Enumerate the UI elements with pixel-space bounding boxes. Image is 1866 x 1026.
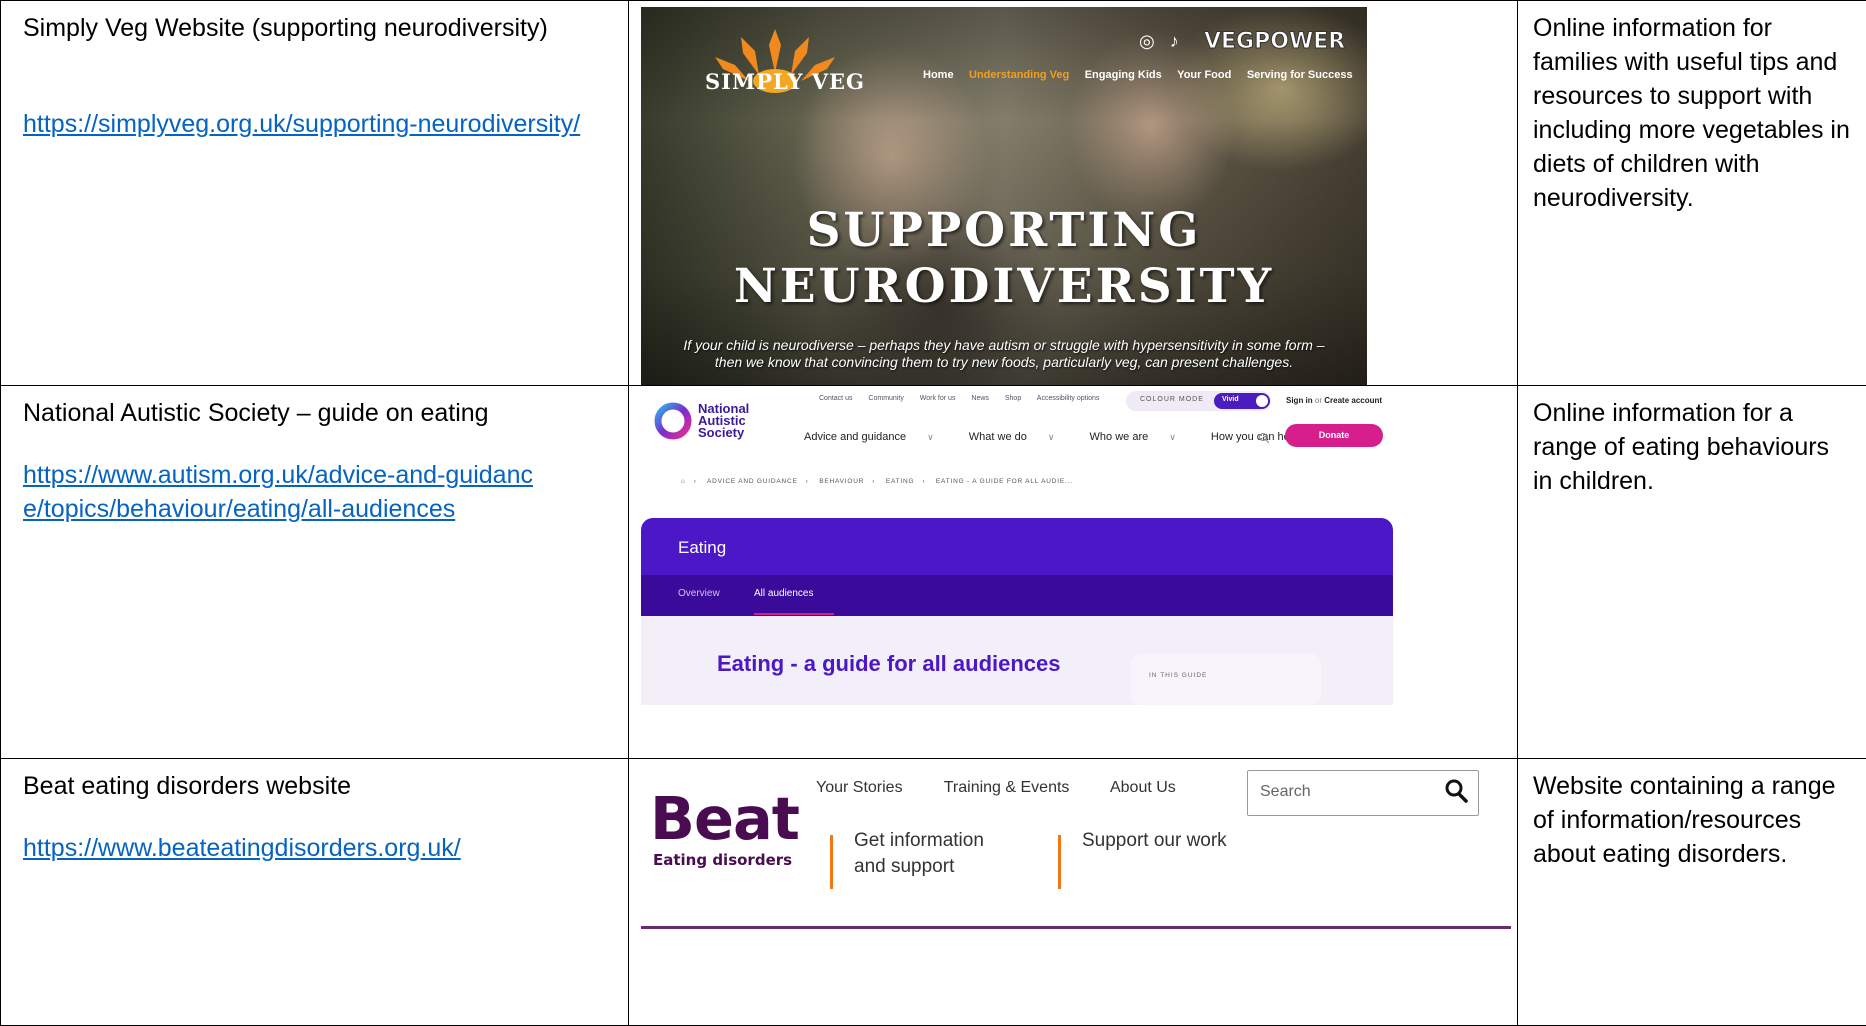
beat-logo[interactable]: Beat — [650, 791, 799, 847]
chevron-down-icon: ∨ — [1048, 432, 1055, 442]
nas-screenshot: National Autistic Society Contact us Com… — [641, 389, 1393, 705]
banner-title: Eating — [678, 538, 726, 558]
support-our-work-link[interactable]: Support our work — [1082, 828, 1227, 854]
resource-link[interactable]: https://www.autism.org.uk/advice-and-gui… — [23, 458, 543, 526]
nas-logo-text: National Autistic Society — [698, 403, 749, 439]
simplyveg-logo-text: SIMPLY VEG — [705, 69, 865, 94]
hero-subtitle: If your child is neurodiverse – perhaps … — [681, 337, 1327, 371]
accent-bar — [1058, 835, 1061, 889]
beat-logo-subtitle: Eating disorders — [653, 851, 792, 869]
tiktok-icon[interactable]: ♪ — [1170, 31, 1179, 51]
account-links: Sign in or Create account — [1286, 396, 1382, 405]
util-accessibility[interactable]: Accessibility options — [1037, 395, 1100, 402]
util-community[interactable]: Community — [868, 395, 903, 402]
nav-your-food[interactable]: Your Food — [1177, 69, 1231, 81]
resource-title: Beat eating disorders website — [23, 769, 618, 803]
nav-what-we-do[interactable]: What we do∨ — [969, 431, 1071, 443]
util-contact-us[interactable]: Contact us — [819, 395, 852, 402]
resource-name-cell: National Autistic Society – guide on eat… — [1, 386, 629, 759]
screenshot-cell: Beat Eating disorders Your Stories Train… — [629, 759, 1518, 1026]
resource-description: Website containing a range of informatio… — [1518, 759, 1866, 871]
simplyveg-screenshot: SIMPLY VEG ◎ ♪ VEGPOWER Home Understandi… — [641, 7, 1367, 385]
nav-about-us[interactable]: About Us — [1110, 779, 1176, 796]
description-cell: Website containing a range of informatio… — [1518, 759, 1866, 1026]
hero-heading-line1: SUPPORTING — [641, 203, 1367, 258]
colour-mode-toggle[interactable]: Vivid — [1214, 393, 1270, 409]
accent-bar — [830, 835, 833, 889]
nav-your-stories[interactable]: Your Stories — [816, 779, 903, 796]
create-account-link[interactable]: Create account — [1324, 396, 1382, 405]
nav-serving-for-success[interactable]: Serving for Success — [1247, 69, 1353, 81]
table-row: Beat eating disorders website https://ww… — [1, 759, 1866, 1026]
breadcrumb: ⌂› ADVICE AND GUIDANCE› BEHAVIOUR› EATIN… — [681, 478, 1081, 485]
instagram-icon[interactable]: ◎ — [1139, 31, 1155, 51]
page-body: Eating - a guide for all audiences IN TH… — [641, 616, 1393, 705]
tab-all-audiences[interactable]: All audiences — [754, 588, 813, 599]
resource-title: National Autistic Society – guide on eat… — [23, 396, 618, 430]
beat-top-nav: Your Stories Training & Events About Us — [816, 779, 1213, 797]
nav-engaging-kids[interactable]: Engaging Kids — [1085, 69, 1162, 81]
util-work-for-us[interactable]: Work for us — [920, 395, 956, 402]
search-input[interactable]: Search — [1247, 770, 1479, 816]
social-links: ◎ ♪ — [1139, 31, 1189, 52]
nav-home[interactable]: Home — [923, 69, 954, 81]
resource-link[interactable]: https://simplyveg.org.uk/supporting-neur… — [23, 110, 580, 138]
resource-name-cell: Beat eating disorders website https://ww… — [1, 759, 629, 1026]
colour-mode-label: COLOUR MODE — [1140, 396, 1204, 403]
util-shop[interactable]: Shop — [1005, 395, 1021, 402]
chevron-down-icon: ∨ — [927, 432, 934, 442]
donate-button[interactable]: Donate — [1285, 424, 1383, 447]
nav-who-we-are[interactable]: Who we are∨ — [1090, 431, 1192, 443]
sign-in-link[interactable]: Sign in — [1286, 396, 1313, 405]
beat-screenshot: Beat Eating disorders Your Stories Train… — [641, 763, 1511, 933]
home-icon[interactable]: ⌂ — [681, 478, 686, 485]
resource-description: Online information for families with use… — [1518, 1, 1866, 215]
toggle-knob — [1256, 395, 1268, 407]
page-heading: Eating - a guide for all audiences — [717, 651, 1061, 677]
page-banner: Eating Overview All audiences — [641, 518, 1393, 616]
nas-main-nav: Advice and guidance∨ What we do∨ Who we … — [804, 431, 1358, 443]
resource-title: Simply Veg Website (supporting neurodive… — [23, 11, 618, 45]
active-tab-indicator — [754, 613, 834, 615]
page-tabs: Overview All audiences — [641, 575, 1393, 616]
resource-link[interactable]: https://www.beateatingdisorders.org.uk/ — [23, 834, 461, 862]
get-information-link[interactable]: Get information and support — [854, 828, 984, 880]
resource-name-cell: Simply Veg Website (supporting neurodive… — [1, 1, 629, 386]
hero-heading-line2: NEURODIVERSITY — [641, 259, 1367, 314]
header-divider — [641, 926, 1511, 929]
screenshot-cell: National Autistic Society Contact us Com… — [629, 386, 1518, 759]
colour-mode-switch: COLOUR MODE Vivid — [1126, 391, 1271, 411]
resource-table: Simply Veg Website (supporting neurodive… — [0, 0, 1866, 1026]
vegpower-logo: VEGPOWER — [1204, 29, 1345, 54]
nas-logo-icon — [653, 401, 693, 441]
table-row: National Autistic Society – guide on eat… — [1, 386, 1866, 759]
nav-advice[interactable]: Advice and guidance∨ — [804, 431, 950, 443]
screenshot-cell: SIMPLY VEG ◎ ♪ VEGPOWER Home Understandi… — [629, 1, 1518, 386]
chevron-down-icon: ∨ — [1169, 432, 1176, 442]
search-icon[interactable] — [1258, 432, 1270, 444]
search-icon[interactable] — [1444, 778, 1468, 804]
description-cell: Online information for families with use… — [1518, 1, 1866, 386]
utility-links: Contact us Community Work for us News Sh… — [819, 395, 1113, 402]
nav-understanding-veg[interactable]: Understanding Veg — [969, 69, 1069, 81]
util-news[interactable]: News — [971, 395, 989, 402]
description-cell: Online information for a range of eating… — [1518, 386, 1866, 759]
in-this-guide-box: IN THIS GUIDE — [1131, 654, 1321, 705]
tab-overview[interactable]: Overview — [678, 588, 720, 599]
nav-training-events[interactable]: Training & Events — [944, 779, 1070, 796]
resource-description: Online information for a range of eating… — [1518, 386, 1866, 498]
simplyveg-nav: Home Understanding Veg Engaging Kids You… — [923, 65, 1364, 83]
search-placeholder: Search — [1260, 783, 1311, 801]
table-row: Simply Veg Website (supporting neurodive… — [1, 1, 1866, 386]
